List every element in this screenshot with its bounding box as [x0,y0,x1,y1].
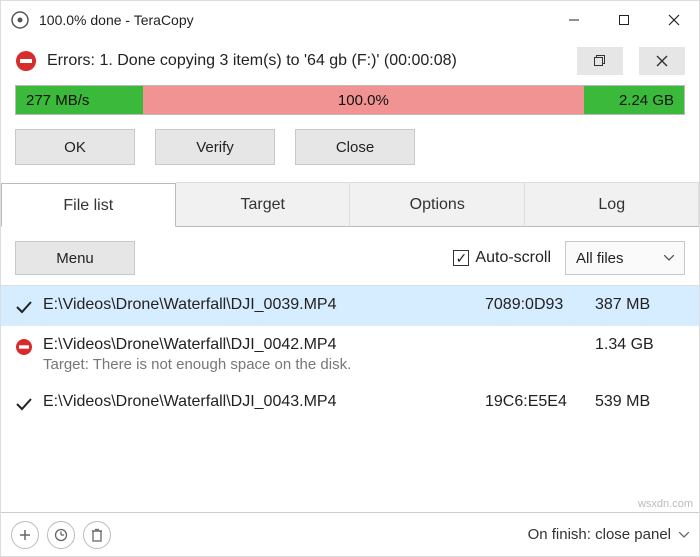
add-button[interactable] [11,521,39,549]
file-hash: 7089:0D93 [485,296,595,314]
progress-total: 2.24 GB [584,86,684,114]
window-title: 100.0% done - TeraCopy [39,12,549,28]
window-controls [549,1,699,39]
check-icon [15,395,37,413]
list-toolbar: Menu ✓ Auto-scroll All files [1,227,699,285]
history-button[interactable] [47,521,75,549]
file-error-msg: Target: There is not enough space on the… [43,356,485,373]
file-path: E:\Videos\Drone\Waterfall\DJI_0039.MP4 [43,296,485,314]
progress-percent: 100.0% [143,86,584,114]
file-size: 1.34 GB [595,336,685,354]
tab-log[interactable]: Log [525,182,700,226]
tab-options[interactable]: Options [350,182,525,226]
onfinish-label[interactable]: On finish: close panel [528,526,671,543]
watermark: wsxdn.com [638,498,693,510]
menu-button[interactable]: Menu [15,241,135,275]
file-size: 387 MB [595,296,685,314]
autoscroll-checkbox[interactable]: ✓ Auto-scroll [453,249,551,267]
close-panel-button[interactable] [639,47,685,75]
filter-select[interactable]: All files [565,241,685,275]
file-row[interactable]: E:\Videos\Drone\Waterfall\DJI_0039.MP4 7… [1,286,699,326]
file-row[interactable]: E:\Videos\Drone\Waterfall\DJI_0042.MP4 T… [1,326,699,383]
verify-button[interactable]: Verify [155,129,275,165]
tab-filelist[interactable]: File list [1,183,176,227]
minimize-button[interactable] [549,1,599,39]
progress-speed: 277 MB/s [16,86,143,114]
file-path: E:\Videos\Drone\Waterfall\DJI_0042.MP4 [43,336,485,354]
check-icon [15,298,37,316]
file-path: E:\Videos\Drone\Waterfall\DJI_0043.MP4 [43,393,485,411]
file-row[interactable]: E:\Videos\Drone\Waterfall\DJI_0043.MP4 1… [1,383,699,423]
close-button[interactable] [649,1,699,39]
maximize-button[interactable] [599,1,649,39]
footer: On finish: close panel [1,512,699,556]
status-row: Errors: 1. Done copying 3 item(s) to '64… [1,39,699,85]
tab-target[interactable]: Target [176,182,351,226]
tab-bar: File list Target Options Log [1,183,699,227]
checkbox-icon: ✓ [453,250,469,266]
delete-button[interactable] [83,521,111,549]
chevron-down-icon [679,532,689,538]
progress-bar: 277 MB/s 100.0% 2.24 GB [15,85,685,115]
chevron-down-icon [664,255,674,261]
autoscroll-label: Auto-scroll [475,249,551,267]
app-icon [11,11,29,29]
status-text: Errors: 1. Done copying 3 item(s) to '64… [47,52,561,70]
ok-button[interactable]: OK [15,129,135,165]
restore-panel-button[interactable] [577,47,623,75]
file-list: E:\Videos\Drone\Waterfall\DJI_0039.MP4 7… [1,285,699,512]
titlebar: 100.0% done - TeraCopy [1,1,699,39]
close-op-button[interactable]: Close [295,129,415,165]
file-hash: 19C6:E5E4 [485,393,595,411]
action-buttons: OK Verify Close [1,115,699,179]
file-size: 539 MB [595,393,685,411]
error-icon [15,50,37,72]
teracopy-window: 100.0% done - TeraCopy Errors: 1. Done c… [0,0,700,557]
filter-label: All files [576,250,624,267]
error-icon [15,338,37,356]
